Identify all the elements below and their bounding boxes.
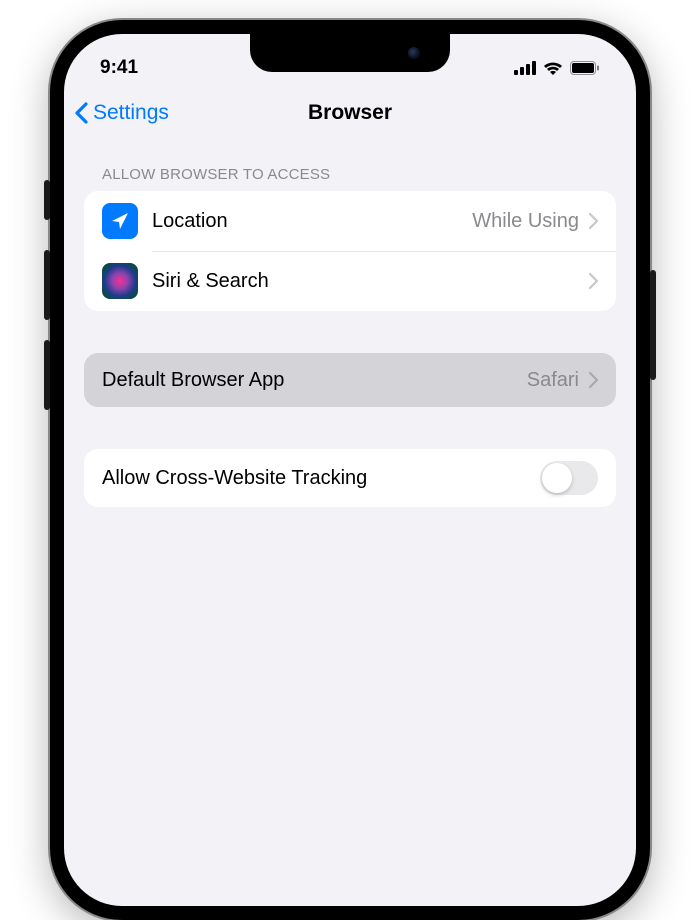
- location-label: Location: [152, 210, 472, 233]
- default-browser-group: Default Browser App Safari: [84, 353, 616, 407]
- siri-icon: [102, 263, 138, 299]
- back-button[interactable]: Settings: [74, 101, 169, 125]
- tracking-toggle[interactable]: [540, 461, 598, 495]
- chevron-right-icon: [589, 273, 598, 289]
- location-row[interactable]: Location While Using: [84, 191, 616, 251]
- page-title: Browser: [308, 101, 392, 125]
- tracking-label: Allow Cross-Website Tracking: [102, 467, 540, 490]
- volume-down-button[interactable]: [44, 340, 50, 410]
- location-value: While Using: [472, 210, 579, 233]
- power-button[interactable]: [650, 270, 656, 380]
- volume-up-button[interactable]: [44, 250, 50, 320]
- location-icon: [102, 203, 138, 239]
- chevron-left-icon: [74, 102, 89, 124]
- battery-icon: [570, 61, 600, 75]
- tracking-group: Allow Cross-Website Tracking: [84, 449, 616, 507]
- cellular-icon: [514, 61, 536, 75]
- section-header-access: Allow Browser to Access: [84, 138, 616, 191]
- siri-label: Siri & Search: [152, 270, 589, 293]
- default-browser-value: Safari: [527, 369, 579, 392]
- default-browser-label: Default Browser App: [102, 369, 527, 392]
- phone-frame: 9:41: [50, 20, 650, 920]
- wifi-icon: [543, 61, 563, 76]
- status-time: 9:41: [100, 57, 138, 79]
- siri-search-row[interactable]: Siri & Search: [84, 251, 616, 311]
- cross-website-tracking-row: Allow Cross-Website Tracking: [84, 449, 616, 507]
- front-camera: [408, 47, 420, 59]
- notch: [250, 34, 450, 72]
- back-label: Settings: [93, 101, 169, 125]
- nav-bar: Settings Browser: [64, 88, 636, 138]
- chevron-right-icon: [589, 213, 598, 229]
- screen: 9:41: [64, 34, 636, 906]
- silence-switch[interactable]: [44, 180, 50, 220]
- chevron-right-icon: [589, 372, 598, 388]
- default-browser-row[interactable]: Default Browser App Safari: [84, 353, 616, 407]
- toggle-knob: [542, 463, 572, 493]
- settings-content: Allow Browser to Access Location While U…: [64, 138, 636, 507]
- access-group: Location While Using Siri & Search: [84, 191, 616, 311]
